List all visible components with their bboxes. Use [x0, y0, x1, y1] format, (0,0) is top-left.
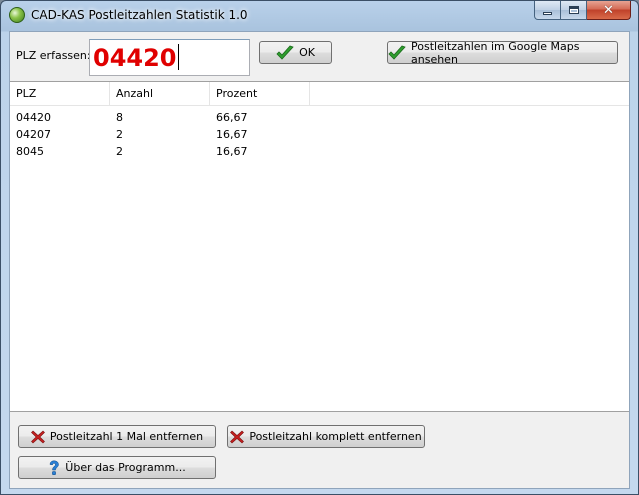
cell-anzahl: 2	[116, 145, 123, 158]
green-checkmark-icon	[388, 45, 406, 60]
cell-anzahl: 8	[116, 111, 123, 124]
table-row[interactable]: 8045 2 16,67	[10, 143, 629, 160]
cell-plz: 04207	[16, 128, 51, 141]
close-button[interactable]: ✕	[587, 1, 631, 20]
plz-input-value: 04420	[93, 44, 177, 72]
green-checkmark-icon	[276, 45, 294, 60]
app-window: CAD-KAS Postleitzahlen Statistik 1.0 ✕ P…	[0, 0, 639, 495]
table-row[interactable]: 04420 8 66,67	[10, 109, 629, 126]
caption-buttons: ✕	[534, 1, 631, 21]
remove-once-button[interactable]: Postleitzahl 1 Mal entfernen	[18, 425, 216, 448]
minimize-button[interactable]	[534, 1, 561, 20]
blue-question-icon	[50, 460, 60, 475]
text-caret	[177, 44, 179, 70]
red-x-icon	[30, 430, 45, 443]
list-header: PLZ Anzahl Prozent	[10, 82, 629, 106]
about-button-label: Über das Programm...	[65, 461, 186, 474]
table-row[interactable]: 04207 2 16,67	[10, 126, 629, 143]
google-maps-button[interactable]: Postleitzahlen im Google Maps ansehen	[387, 39, 618, 66]
column-header-prozent[interactable]: Prozent	[210, 82, 310, 106]
google-maps-button-label: Postleitzahlen im Google Maps ansehen	[411, 39, 580, 66]
ok-button-label: OK	[299, 46, 315, 59]
window-title: CAD-KAS Postleitzahlen Statistik 1.0	[31, 8, 248, 22]
red-x-icon	[230, 430, 245, 443]
about-button[interactable]: Über das Programm...	[18, 456, 216, 479]
remove-once-button-label: Postleitzahl 1 Mal entfernen	[49, 430, 204, 443]
column-header-anzahl[interactable]: Anzahl	[110, 82, 210, 106]
app-globe-icon[interactable]	[9, 7, 25, 23]
plz-input[interactable]: 04420	[89, 39, 250, 76]
column-header-plz[interactable]: PLZ	[10, 82, 110, 106]
remove-all-button[interactable]: Postleitzahl komplett entfernen	[227, 425, 425, 448]
cell-plz: 04420	[16, 111, 51, 124]
plz-list-view[interactable]: PLZ Anzahl Prozent 04420 8 66,67 04207 2…	[10, 81, 629, 412]
cell-anzahl: 2	[116, 128, 123, 141]
maximize-icon	[568, 6, 579, 14]
close-icon: ✕	[603, 2, 614, 18]
plz-label: PLZ erfassen:	[16, 49, 91, 62]
minimize-icon	[543, 11, 552, 15]
remove-all-button-label: Postleitzahl komplett entfernen	[249, 430, 422, 443]
cell-prozent: 66,67	[216, 111, 248, 124]
cell-plz: 8045	[16, 145, 44, 158]
client-area: PLZ erfassen: 04420 OK Postleitzahlen im…	[9, 31, 630, 489]
ok-button[interactable]: OK	[259, 41, 332, 64]
cell-prozent: 16,67	[216, 145, 248, 158]
title-bar[interactable]: CAD-KAS Postleitzahlen Statistik 1.0 ✕	[1, 1, 638, 31]
cell-prozent: 16,67	[216, 128, 248, 141]
maximize-button[interactable]	[561, 1, 587, 20]
